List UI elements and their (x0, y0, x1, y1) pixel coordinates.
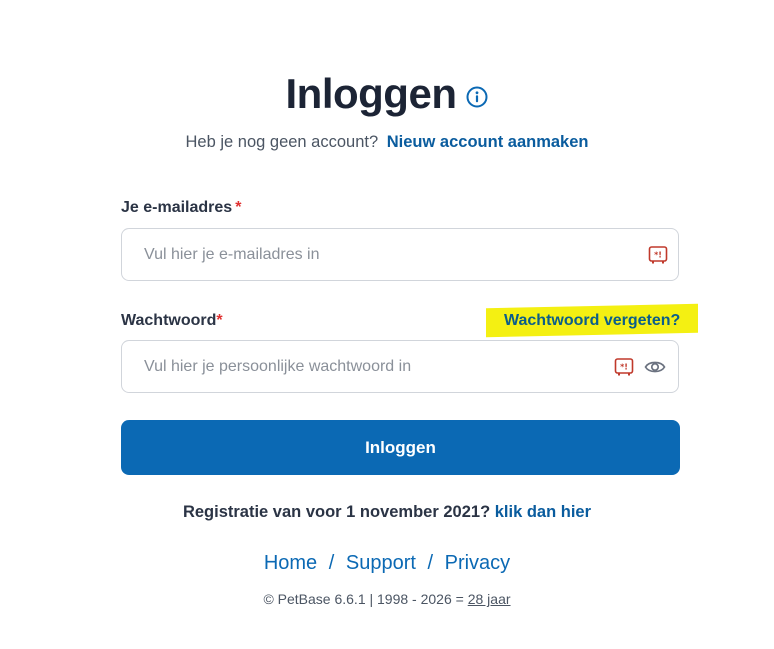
footer-link-privacy[interactable]: Privacy (445, 552, 511, 574)
copyright: © PetBase 6.6.1 | 1998 - 2026 = 28 jaar (0, 591, 774, 607)
footer-separator: / (427, 552, 434, 574)
copyright-text: © PetBase 6.6.1 | 1998 - 2026 = (263, 591, 464, 607)
info-circle-icon[interactable] (466, 86, 488, 108)
required-mark: * (216, 312, 223, 329)
login-button[interactable]: Inloggen (121, 420, 680, 475)
svg-text:*!: *! (654, 250, 662, 259)
password-input[interactable] (142, 340, 614, 393)
password-manager-icon[interactable]: *! (614, 357, 634, 377)
footer-link-home[interactable]: Home (264, 552, 317, 574)
legacy-login-link[interactable]: klik dan hier (495, 503, 591, 521)
email-input[interactable] (142, 228, 648, 281)
eye-icon[interactable] (644, 357, 666, 377)
email-label-text: Je e-mailadres (121, 199, 233, 216)
legacy-registration: Registratie van voor 1 november 2021? kl… (0, 503, 774, 522)
signup-prompt-text: Heb je nog geen account? (185, 133, 379, 151)
forgot-password-link[interactable]: Wachtwoord vergeten? (504, 312, 680, 330)
svg-text:*!: *! (620, 362, 628, 371)
password-label-text: Wachtwoord (121, 312, 217, 329)
page-title: Inloggen (285, 70, 457, 117)
footer-nav: Home / Support / Privacy (0, 552, 774, 575)
header: Inloggen (0, 70, 774, 118)
password-manager-icon[interactable]: *! (648, 245, 668, 265)
forgot-password-highlight: Wachtwoord vergeten? (486, 303, 698, 338)
legacy-registration-text: Registratie van voor 1 november 2021? (182, 503, 491, 521)
signup-prompt: Heb je nog geen account? Nieuw account a… (0, 133, 774, 152)
footer-separator: / (328, 552, 335, 574)
create-account-link[interactable]: Nieuw account aanmaken (387, 133, 589, 151)
password-field-wrapper: *! (121, 340, 679, 393)
email-field-wrapper: *! (121, 228, 679, 281)
footer-link-support[interactable]: Support (346, 552, 416, 574)
email-label: Je e-mailadres * (121, 199, 241, 217)
years-link[interactable]: 28 jaar (468, 591, 511, 607)
password-label: Wachtwoord* (121, 312, 223, 330)
required-mark: * (235, 199, 242, 216)
